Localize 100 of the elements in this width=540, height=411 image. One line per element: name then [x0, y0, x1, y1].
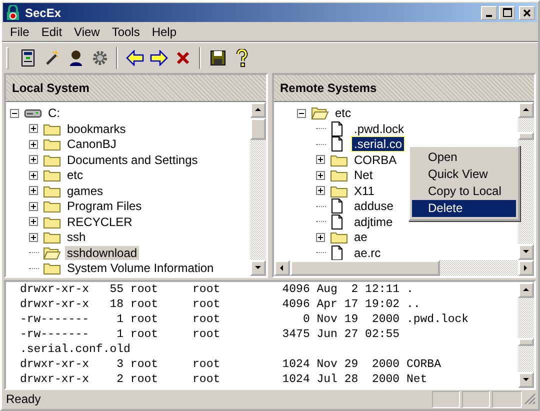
context-menu-item[interactable]: Delete	[412, 200, 516, 218]
expand-toggle-icon[interactable]	[316, 186, 325, 196]
resize-grip-icon	[524, 393, 536, 406]
close-button[interactable]	[519, 6, 535, 20]
close-icon	[523, 8, 531, 17]
folder-icon	[43, 152, 61, 167]
scroll-thumb[interactable]	[518, 338, 534, 346]
open-folder-icon	[311, 106, 329, 120]
pane-header: Remote Systems	[274, 75, 534, 102]
scroll-left-button[interactable]	[274, 260, 290, 276]
expand-toggle-icon[interactable]	[29, 170, 38, 180]
menu-item[interactable]: Help	[146, 24, 183, 40]
scroll-thumb[interactable]	[518, 132, 534, 140]
tree-item[interactable]: games	[65, 184, 106, 198]
minimize-button[interactable]	[481, 6, 497, 20]
context-menu-item[interactable]: Open	[412, 149, 516, 166]
file-icon	[330, 214, 344, 230]
drive-icon	[24, 107, 42, 120]
context-menu-item[interactable]: Quick View	[412, 166, 516, 184]
tree-item[interactable]: ssh	[65, 230, 88, 244]
vertical-scrollbar[interactable]	[518, 282, 534, 388]
folder-icon	[43, 214, 61, 229]
pane-header: Local System	[6, 75, 266, 102]
tree-item[interactable]: .pwd.lock	[352, 122, 406, 136]
horizontal-scrollbar[interactable]	[274, 260, 534, 276]
scroll-down-button[interactable]	[518, 372, 534, 388]
minimize-icon	[486, 14, 492, 17]
expand-toggle-icon[interactable]	[316, 232, 325, 242]
tree-item[interactable]: etc	[65, 168, 86, 182]
tree-item[interactable]: sshdownload	[65, 246, 140, 260]
tree-item[interactable]: .serial.co	[352, 137, 404, 152]
expand-toggle-icon[interactable]	[29, 140, 38, 149]
folder-icon	[43, 230, 61, 244]
tree-item[interactable]: adduse	[352, 199, 396, 214]
folder-icon	[330, 168, 348, 182]
log-line: drwxr-xr-x 3 root root 1024 Nov 29 2000 CORBA	[20, 358, 442, 373]
scroll-down-button[interactable]	[518, 244, 534, 260]
tree-item[interactable]: System Volume Information	[65, 261, 216, 276]
folder-icon	[43, 199, 61, 214]
menu-item[interactable]: File	[4, 24, 36, 40]
tree-item[interactable]: ae.rc	[352, 246, 383, 260]
menu-item[interactable]: View	[68, 24, 106, 40]
tree-item[interactable]: ae	[352, 230, 370, 244]
expand-toggle-icon[interactable]	[316, 170, 325, 180]
log-line: drwxr-xr-x 2 root root 1024 Jul 28 2000 Net	[20, 372, 428, 388]
menu-item[interactable]: Edit	[35, 24, 68, 40]
expand-toggle-icon[interactable]	[29, 217, 38, 226]
tree-item[interactable]: CanonBJ	[65, 137, 118, 152]
folder-icon	[330, 230, 348, 244]
scroll-up-button[interactable]	[518, 102, 534, 118]
tree-item[interactable]: adjtime	[352, 214, 395, 229]
expand-toggle-icon[interactable]	[29, 202, 38, 211]
tree-item[interactable]: etc	[333, 106, 354, 120]
tree-item[interactable]: Net	[352, 168, 375, 182]
maximize-button[interactable]	[499, 6, 515, 20]
context-menu-item[interactable]: Copy to Local	[412, 183, 516, 200]
maximize-icon	[502, 8, 512, 18]
scroll-thumb[interactable]	[250, 118, 266, 140]
log-line: drwxr-xr-x 18 root root 4096 Apr 17 19:02 ..	[20, 298, 422, 314]
folder-icon	[43, 168, 61, 182]
menu-item[interactable]: Tools	[106, 24, 146, 40]
expand-toggle-icon[interactable]	[29, 124, 38, 134]
scroll-thumb[interactable]	[290, 260, 440, 276]
collapse-toggle-icon[interactable]	[297, 108, 306, 118]
tree-item[interactable]: Documents and Settings	[65, 152, 200, 167]
scroll-up-button[interactable]	[250, 102, 266, 118]
folder-icon	[43, 261, 61, 276]
scroll-down-button[interactable]	[250, 260, 266, 276]
tree-item[interactable]: bookmarks	[65, 122, 128, 136]
log-line: .serial.conf.old	[20, 343, 132, 358]
tree-item[interactable]: CORBA	[352, 152, 399, 167]
folder-icon	[43, 122, 61, 136]
file-icon	[330, 244, 344, 260]
tree-item[interactable]: C:	[46, 106, 62, 120]
file-icon	[330, 198, 344, 214]
expand-toggle-icon[interactable]	[29, 232, 38, 242]
scroll-right-button[interactable]	[518, 260, 534, 276]
log-line: drwxr-xr-x 55 root root 4096 Aug 2 12:11 .	[20, 283, 414, 298]
file-icon	[330, 136, 344, 152]
tree-item[interactable]: Program Files	[65, 199, 144, 214]
collapse-toggle-icon[interactable]	[10, 108, 19, 118]
status-text: Ready	[5, 392, 42, 406]
file-icon	[330, 120, 344, 137]
tree-item[interactable]: X11	[352, 184, 376, 198]
tree-item[interactable]: RECYCLER	[65, 214, 134, 229]
expand-toggle-icon[interactable]	[29, 186, 38, 196]
vertical-scrollbar[interactable]	[518, 102, 534, 260]
expand-toggle-icon[interactable]	[316, 155, 325, 164]
padlock-icon	[5, 4, 21, 21]
folder-icon	[43, 184, 61, 198]
folder-icon	[43, 137, 61, 152]
log-line: -rw------- 1 root root 3475 Jun 27 02:55	[20, 328, 401, 344]
log-line: -rw------- 1 root root 0 Nov 19 2000 .pwd.lock	[20, 313, 470, 328]
folder-icon	[330, 152, 348, 167]
folder-icon	[330, 184, 348, 198]
expand-toggle-icon[interactable]	[29, 155, 38, 164]
scroll-up-button[interactable]	[518, 282, 534, 298]
window-title: SecEx	[25, 6, 62, 20]
vertical-scrollbar[interactable]	[250, 102, 266, 276]
open-folder-icon	[43, 246, 61, 260]
